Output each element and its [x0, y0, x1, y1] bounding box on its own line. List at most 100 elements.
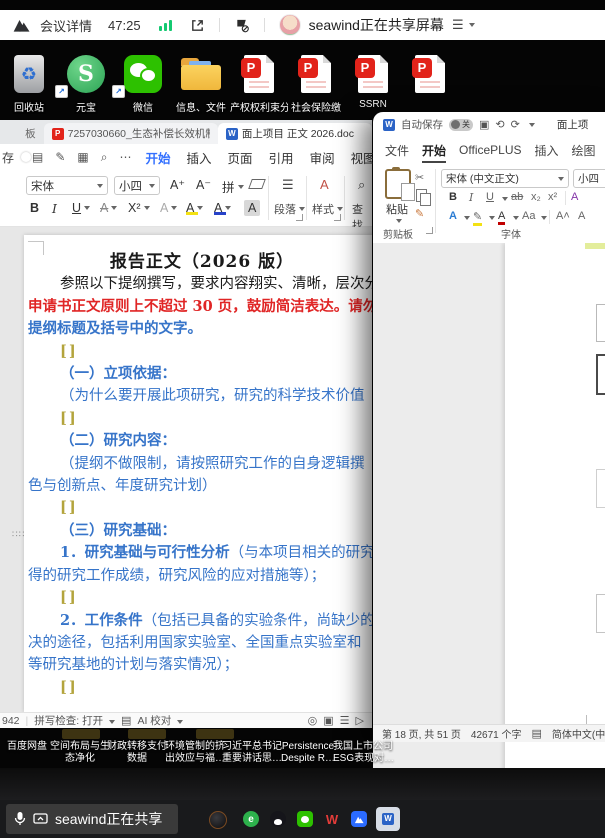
superscript-button[interactable]: X²	[128, 201, 150, 215]
style-dialog-launcher[interactable]	[334, 214, 341, 221]
font-name-select[interactable]: 宋体 (中文正文)	[441, 169, 569, 188]
taskbar-app-qq[interactable]	[270, 811, 286, 827]
taskbar-app-wechat[interactable]	[297, 811, 313, 827]
italic-button[interactable]: I	[52, 201, 57, 216]
text-highlight-button[interactable]: ✎	[473, 210, 482, 226]
share-screen-icon[interactable]	[190, 18, 205, 33]
tab-pdf-document[interactable]: P7257030660_生态补偿长效机制政	[44, 123, 218, 144]
underline-button[interactable]: U	[486, 191, 494, 203]
font-name-select[interactable]: 宋体	[26, 176, 108, 195]
clear-format-icon[interactable]	[250, 179, 264, 189]
tab-word-document[interactable]: W面上项目 正文 2026.doc	[218, 123, 372, 144]
grow-font-button[interactable]: A˄	[556, 210, 570, 222]
redo-icon[interactable]: ⟳	[511, 118, 520, 131]
menu-home[interactable]: 开始	[422, 142, 446, 159]
bold-button[interactable]: B	[30, 201, 39, 215]
wps-document-area[interactable]: 报告正文（2026 版） 参照以下提纲撰写，要求内容翔实、清晰，层次分 申请书正…	[0, 227, 372, 712]
taskbar-app-wps[interactable]: W	[324, 811, 340, 827]
font-color-button[interactable]: A	[498, 210, 505, 225]
clear-formatting-icon[interactable]: A	[571, 191, 578, 203]
strikethrough-button[interactable]: ab	[511, 191, 523, 203]
font-size-select[interactable]: 小四	[114, 176, 160, 195]
page-view-icon[interactable]: ▣	[323, 714, 333, 727]
change-case-button[interactable]: Aa	[522, 210, 535, 222]
underline-caret[interactable]	[502, 197, 508, 201]
menu-reference[interactable]: 引用	[269, 148, 294, 167]
taskbar-app-tencent-meeting[interactable]	[351, 811, 367, 827]
clipboard-dialog-launcher[interactable]	[426, 227, 433, 234]
format-painter-icon[interactable]: ✎	[55, 150, 65, 164]
read-mode-icon[interactable]: ▷	[356, 714, 364, 727]
proofing-icon[interactable]: ▤	[532, 727, 542, 740]
chevron-down-icon[interactable]	[529, 123, 535, 127]
autosave-toggle[interactable]: 关	[449, 119, 473, 131]
paste-button[interactable]: 粘贴	[386, 201, 408, 217]
document-page[interactable]: 报告正文（2026 版） 参照以下提纲撰写，要求内容翔实、清晰，层次分 申请书正…	[24, 235, 372, 712]
eye-protect-icon[interactable]: ◎	[308, 714, 318, 727]
paragraph-dialog-launcher[interactable]	[296, 214, 303, 221]
desktop-icon-doc-2[interactable]: 财政转移支付数据	[107, 741, 167, 765]
menu-home[interactable]: 开始	[146, 148, 171, 167]
paste-icon[interactable]	[385, 169, 411, 199]
taskbar-app-360-browser[interactable]: e	[243, 811, 259, 827]
word-count[interactable]: 42671 个字	[471, 726, 522, 741]
meeting-share-pill[interactable]: seawind正在共享	[6, 804, 178, 834]
outline-view-icon[interactable]: ☰	[340, 714, 350, 727]
italic-button[interactable]: I	[469, 191, 473, 204]
desktop-icon-pdf-3[interactable]: P SSRN	[344, 52, 402, 110]
bold-button[interactable]: B	[449, 191, 457, 203]
font-color-button[interactable]: A	[214, 201, 231, 215]
page-indicator[interactable]: 第 18 页, 共 51 页	[382, 726, 461, 741]
decrease-font-icon[interactable]: A⁻	[196, 177, 211, 192]
ai-proof-button[interactable]: AI 校对	[137, 713, 183, 728]
font-size-select[interactable]: 小四	[573, 169, 605, 188]
menu-review[interactable]: 审阅	[310, 148, 335, 167]
desktop-icon-pdf-2[interactable]: P 社会保险缴	[287, 52, 345, 114]
strikethrough-button[interactable]: A	[100, 201, 117, 215]
more-icon[interactable]: ⋯	[120, 150, 132, 164]
meeting-details-link[interactable]: 会议详情	[40, 16, 92, 35]
desktop-icon-doc-1[interactable]: 空间布局与生态净化	[50, 741, 110, 765]
cut-icon[interactable]: ✂	[415, 171, 424, 184]
desktop-icon-folder[interactable]: 信息、文件	[172, 52, 230, 114]
highlight-color-button[interactable]: A	[186, 201, 203, 215]
shrink-font-button[interactable]: A	[578, 210, 585, 222]
menu-insert[interactable]: 插入	[187, 148, 212, 167]
drag-handle-icon[interactable]: ∷∷	[12, 532, 24, 548]
superscript-button[interactable]: x²	[548, 191, 557, 203]
spellcheck-status[interactable]: 拼写检查: 打开	[34, 713, 115, 728]
taskbar-app-word-active[interactable]: W	[376, 807, 400, 831]
menu-officeplus[interactable]: OfficePLUS	[459, 143, 521, 157]
increase-font-icon[interactable]: A⁺	[170, 177, 185, 192]
save-icon[interactable]: ▣	[479, 118, 489, 131]
language-indicator[interactable]: 简体中文(中国	[552, 726, 605, 741]
start-button[interactable]	[184, 811, 200, 827]
character-shading-button[interactable]: A	[160, 201, 177, 215]
subscript-button[interactable]: x₂	[531, 191, 541, 203]
paste-caret[interactable]	[396, 219, 402, 223]
desktop-icon-doc-6[interactable]: 我国上市公司ESG表现对…	[333, 741, 393, 765]
copy-icon[interactable]	[416, 189, 427, 202]
format-painter-icon[interactable]: ✎	[415, 207, 424, 220]
underline-button[interactable]: U	[72, 201, 90, 215]
menu-file[interactable]: 文件	[385, 142, 409, 159]
menu-draw[interactable]: 绘图	[572, 142, 596, 159]
desktop-icon-pdf-1[interactable]: P 产权权利束分	[230, 52, 288, 114]
menu-page[interactable]: 页面	[228, 148, 253, 167]
annotation-disabled-icon[interactable]	[234, 18, 250, 33]
menu-insert[interactable]: 插入	[535, 142, 559, 159]
undo-icon[interactable]: ⟲	[495, 118, 504, 131]
desktop-icon-doc-3[interactable]: 环境管制的挤出效应与福…	[165, 741, 225, 765]
phonetic-guide-icon[interactable]: 拼	[222, 177, 244, 196]
desktop-icon-baidu-netdisk[interactable]: 百度网盘	[0, 741, 57, 753]
desktop-icon-recycle-bin[interactable]: ♻ 回收站	[0, 52, 58, 114]
desktop-icon-doc-5[interactable]: PersistenceDespite R…	[278, 741, 338, 765]
desktop-icon-doc-4[interactable]: 习近平总书记重要讲话思…	[222, 741, 282, 765]
desktop-icon-wechat[interactable]: ↗ 微信	[114, 52, 172, 114]
desktop-icon-yuanbao[interactable]: S↗ 元宝	[57, 52, 115, 114]
print-preview-icon[interactable]: ⌕	[101, 150, 108, 165]
desktop-icon-pdf-4[interactable]: P	[401, 52, 459, 99]
char-border-button[interactable]: A	[244, 200, 260, 216]
tab-partial[interactable]: 板	[0, 123, 44, 144]
print-icon[interactable]: ▦	[77, 150, 88, 164]
